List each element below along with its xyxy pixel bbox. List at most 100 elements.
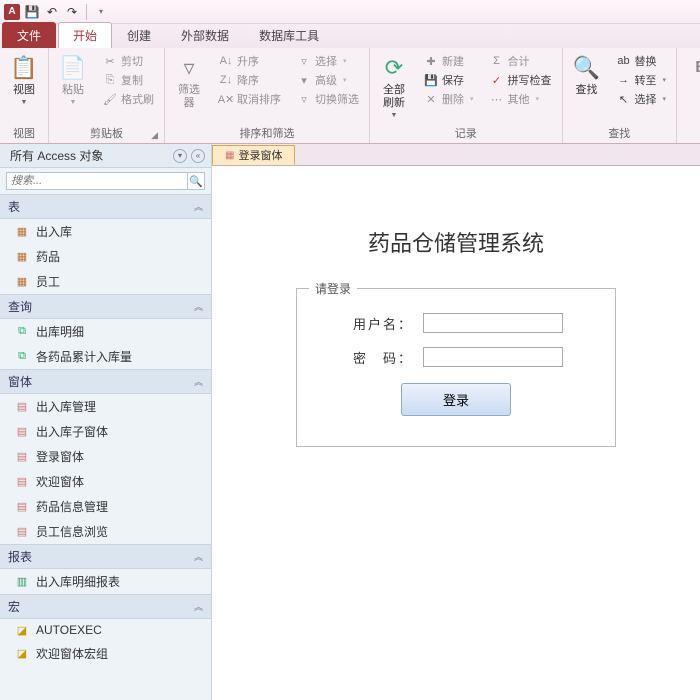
nav-item-label: 欢迎窗体 xyxy=(36,473,84,490)
view-icon: 📋 xyxy=(10,54,38,82)
replace-button[interactable]: ab替换 xyxy=(613,52,671,70)
filter-button[interactable]: ▿ 筛选器 xyxy=(171,52,207,112)
nav-item[interactable]: ⧉各药品累计入库量 xyxy=(0,344,211,369)
paste-icon: 📄 xyxy=(59,54,87,82)
more-icon: ⋯ xyxy=(490,92,504,106)
save-icon: 💾 xyxy=(424,73,438,87)
find-label: 查找 xyxy=(576,84,598,97)
tab-home[interactable]: 开始 xyxy=(58,22,112,48)
more-button[interactable]: ⋯其他▾ xyxy=(486,90,556,108)
qat-redo-icon[interactable]: ↷ xyxy=(64,4,80,20)
nav-item-label: 出库明细 xyxy=(36,323,84,340)
nav-item[interactable]: ⧉出库明细 xyxy=(0,319,211,344)
username-input[interactable] xyxy=(423,313,563,333)
body: 所有 Access 对象 ▾ « 🔍 表︽ ▦ 出入库 ▦药品▦员工查询︽⧉出库明细⧉… xyxy=(0,144,700,700)
clear-sort-icon: A✕ xyxy=(219,92,233,106)
qat-separator xyxy=(86,4,87,20)
brush-icon: 🖌 xyxy=(103,92,117,106)
nav-item[interactable]: ◪欢迎窗体宏组 xyxy=(0,641,211,666)
nav-item[interactable]: ▤出入库管理 xyxy=(0,394,211,419)
search-icon[interactable]: 🔍 xyxy=(187,172,205,190)
nav-group-header[interactable]: 报表︽ xyxy=(0,544,211,569)
nav-item-label: 出入库子窗体 xyxy=(36,423,108,440)
nav-item-label: 欢迎窗体宏组 xyxy=(36,645,108,662)
nav-item[interactable]: ▤欢迎窗体 xyxy=(0,469,211,494)
form-title: 药品仓储管理系统 xyxy=(252,226,660,258)
select-button[interactable]: ↖选择▾ xyxy=(613,90,671,108)
qat-customize-icon[interactable]: ▾ xyxy=(93,4,109,20)
format-painter-button[interactable]: 🖌格式刷 xyxy=(99,90,158,108)
refresh-all-button[interactable]: ⟳ 全部刷新 ▼ xyxy=(376,52,412,121)
cut-button[interactable]: ✂剪切 xyxy=(99,52,158,70)
nav-group-header[interactable]: 宏︽ xyxy=(0,594,211,619)
selection-filter-button[interactable]: ▿选择▾ xyxy=(293,52,363,70)
nav-item[interactable]: ▦ 出入库 xyxy=(0,219,211,244)
nav-menu-icon[interactable]: ▾ xyxy=(173,149,187,163)
nav-item[interactable]: ▤登录窗体 xyxy=(0,444,211,469)
document-tabs: ▦ 登录窗体 xyxy=(212,144,700,166)
search-input[interactable] xyxy=(6,172,187,190)
document-tab-active[interactable]: ▦ 登录窗体 xyxy=(212,145,295,165)
login-button[interactable]: 登录 xyxy=(401,383,511,416)
qat-save-icon[interactable]: 💾 xyxy=(24,4,40,20)
spell-icon: ✓ xyxy=(490,73,504,87)
nav-collapse-icon[interactable]: « xyxy=(191,149,205,163)
sort-desc-icon: Z↓ xyxy=(219,73,233,87)
toggle-filter-button[interactable]: ▿切换筛选 xyxy=(293,90,363,108)
ribbon-group-sortfilter: ▿ 筛选器 A↓升序 Z↓降序 A✕取消排序 ▿选择▾ ▾高级▾ ▿切换筛选 排… xyxy=(165,48,370,143)
password-label: 密 码： xyxy=(349,348,413,367)
nav-item[interactable]: ▦员工 xyxy=(0,269,211,294)
form-icon: ▤ xyxy=(14,500,30,514)
sort-desc-button[interactable]: Z↓降序 xyxy=(215,71,285,89)
tab-file[interactable]: 文件 xyxy=(2,22,56,48)
ribbon-group-records: ⟳ 全部刷新 ▼ ✚新建 💾保存 ✕删除▾ Σ合计 ✓拼写检查 ⋯其他▾ 记录 xyxy=(370,48,563,143)
app-icon: A xyxy=(4,4,20,20)
tab-create[interactable]: 创建 xyxy=(112,22,166,48)
advanced-filter-button[interactable]: ▾高级▾ xyxy=(293,71,363,89)
binoculars-icon: 🔍 xyxy=(573,54,601,82)
chevron-up-icon: ︽ xyxy=(194,600,203,613)
dialog-launcher-icon[interactable]: ◢ xyxy=(151,130,158,141)
toggle-icon: ▿ xyxy=(297,92,311,106)
nav-header[interactable]: 所有 Access 对象 ▾ « xyxy=(0,144,211,168)
login-fieldset: 请登录 用户名： 密 码： 登录 xyxy=(296,288,616,447)
qat-undo-icon[interactable]: ↶ xyxy=(44,4,60,20)
nav-group-header[interactable]: 查询︽ xyxy=(0,294,211,319)
refresh-icon: ⟳ xyxy=(380,54,408,82)
new-record-button[interactable]: ✚新建 xyxy=(420,52,478,70)
nav-item[interactable]: ▤员工信息浏览 xyxy=(0,519,211,544)
nav-item[interactable]: ▤出入库子窗体 xyxy=(0,419,211,444)
totals-button[interactable]: Σ合计 xyxy=(486,52,556,70)
tab-external-data[interactable]: 外部数据 xyxy=(166,22,244,48)
nav-item-label: 药品信息管理 xyxy=(36,498,108,515)
sort-asc-button[interactable]: A↓升序 xyxy=(215,52,285,70)
report-icon: ▥ xyxy=(14,575,30,589)
table-icon: ▦ xyxy=(14,250,30,264)
table-icon: ▦ xyxy=(14,225,30,239)
nav-item-label: 出入库 xyxy=(36,223,72,240)
save-record-button[interactable]: 💾保存 xyxy=(420,71,478,89)
ribbon-group-view: 📋 视图 ▼ 视图 xyxy=(0,48,49,143)
nav-item[interactable]: ▦药品 xyxy=(0,244,211,269)
nav-group-header[interactable]: 表︽ xyxy=(0,194,211,219)
view-button[interactable]: 📋 视图 ▼ xyxy=(6,52,42,108)
bold-button[interactable]: B xyxy=(683,52,700,84)
nav-item[interactable]: ▥出入库明细报表 xyxy=(0,569,211,594)
sigma-icon: Σ xyxy=(490,54,504,68)
delete-record-button[interactable]: ✕删除▾ xyxy=(420,90,478,108)
find-button[interactable]: 🔍 查找 xyxy=(569,52,605,99)
paste-button[interactable]: 📄 粘贴 ▼ xyxy=(55,52,91,108)
spelling-button[interactable]: ✓拼写检查 xyxy=(486,71,556,89)
nav-item-label: 员工信息浏览 xyxy=(36,523,108,540)
nav-item[interactable]: ◪AUTOEXEC xyxy=(0,619,211,641)
delete-icon: ✕ xyxy=(424,92,438,106)
password-input[interactable] xyxy=(423,347,563,367)
nav-group-header[interactable]: 窗体︽ xyxy=(0,369,211,394)
tab-database-tools[interactable]: 数据库工具 xyxy=(244,22,334,48)
chevron-up-icon: ︽ xyxy=(194,300,203,313)
document-tab-label: 登录窗体 xyxy=(238,147,282,163)
goto-button[interactable]: →转至▾ xyxy=(613,71,671,89)
clear-sort-button[interactable]: A✕取消排序 xyxy=(215,90,285,108)
copy-button[interactable]: ⎘复制 xyxy=(99,71,158,89)
nav-item[interactable]: ▤ 药品信息管理 xyxy=(0,494,211,519)
